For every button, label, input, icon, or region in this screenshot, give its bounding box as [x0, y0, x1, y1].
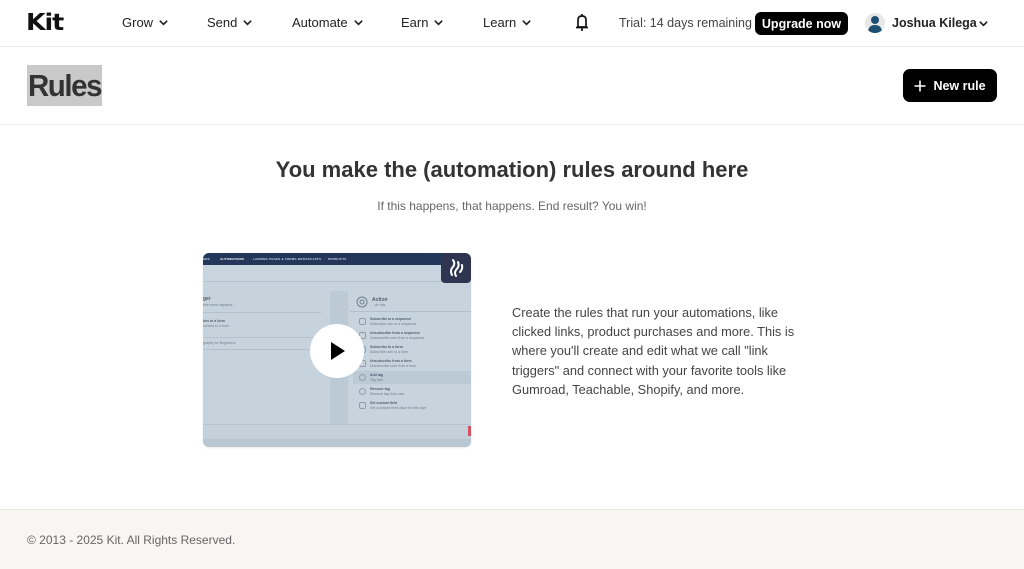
copyright-text: © 2013 - 2025 Kit. All Rights Reserved.: [27, 533, 236, 547]
nav-item-earn[interactable]: Earn: [401, 15, 444, 30]
chevron-down-icon[interactable]: [978, 18, 989, 29]
chevron-down-icon: [434, 20, 444, 26]
avatar[interactable]: [865, 13, 885, 33]
thumbnail-text: Add tag: [370, 373, 384, 377]
thumbnail-nav-tab: BROADCASTS: [298, 257, 322, 261]
thumbnail-divider: [203, 349, 321, 350]
thumbnail-text: ger: [203, 296, 211, 302]
thumbnail-red-marker: [468, 426, 471, 436]
thumbnail-footer-bar: [203, 439, 471, 447]
thumbnail-divider: [350, 311, 471, 312]
thumbnail-text: Set a custom field value for this user: [370, 406, 427, 410]
kit-logo[interactable]: Kit: [26, 11, 64, 35]
thumbnail-text: Unsubscribe user from a sequence: [370, 336, 425, 340]
nav-item-learn[interactable]: Learn: [483, 15, 532, 30]
nav-item-label: Learn: [483, 15, 517, 30]
gear-icon: [356, 296, 368, 308]
upgrade-now-button[interactable]: Upgrade now: [755, 12, 848, 35]
user-silhouette-icon: [868, 16, 882, 33]
nav-item-label: Grow: [122, 15, 154, 30]
tag-icon: [359, 388, 366, 395]
thumbnail-text: Set custom field: [370, 401, 398, 405]
thumbnail-text: Unsubscribe user from a form: [370, 364, 417, 368]
page-title: Rules: [27, 65, 102, 106]
tag-icon: [359, 374, 366, 381]
thumbnail-text: Remove tag from user: [370, 392, 405, 396]
thumbnail-nav-tab: ERS: [203, 257, 210, 261]
thumbnail-trigger-panel: ger this event happens... bes to a form …: [203, 291, 327, 424]
video-player[interactable]: ERS AUTOMATIONS LANDING PAGES & FORMS BR…: [203, 253, 471, 447]
sequence-icon: [359, 318, 366, 325]
thumbnail-text: Subscribe to a form: [370, 345, 403, 349]
nav-item-grow[interactable]: Grow: [122, 15, 169, 30]
play-icon: [331, 342, 345, 360]
nav-item-label: Earn: [401, 15, 429, 30]
top-nav: Kit Grow Send Automate Earn Learn Trial:…: [0, 0, 1024, 47]
thumbnail-text: ...do this.: [372, 303, 387, 307]
nav-item-label: Send: [207, 15, 238, 30]
thumbnail-text: this event happens...: [203, 303, 236, 307]
nav-item-label: Automate: [292, 15, 348, 30]
thumbnail-nav-tab: AUTOMATIONS: [220, 257, 245, 261]
nav-item-send[interactable]: Send: [207, 15, 253, 30]
thumbnail-text: Subscribe user to a sequence: [370, 322, 417, 326]
thumbnail-divider: [203, 312, 321, 313]
thumbnail-text: Unsubscribe from a form: [370, 359, 412, 363]
thumbnail-nav-tab: PRODUCTS: [328, 257, 347, 261]
chevron-down-icon: [353, 20, 363, 26]
document-icon: [359, 402, 366, 409]
user-name[interactable]: Joshua Kilega: [892, 16, 977, 30]
chevron-down-icon: [522, 20, 532, 26]
trial-status: Trial: 14 days remaining: [619, 16, 752, 30]
new-rule-button[interactable]: New rule: [903, 69, 997, 102]
page-header: Rules New rule: [0, 48, 1024, 125]
thumbnail-text: bes to a form: [203, 319, 225, 323]
thumbnail-text: Remove tag: [370, 387, 390, 391]
chevron-down-icon: [243, 20, 253, 26]
thumbnail-text: scribes to a form: [203, 324, 229, 328]
footer: © 2013 - 2025 Kit. All Rights Reserved.: [0, 509, 1024, 569]
thumbnail-divider: [203, 337, 321, 338]
thumbnail-nav-tab: LANDING PAGES & FORMS: [253, 257, 297, 261]
bell-icon[interactable]: [573, 13, 591, 33]
empty-state-subtitle: If this happens, that happens. End resul…: [377, 199, 647, 213]
thumbnail-text: Subscribe to a sequence: [370, 317, 412, 321]
thumbnail-text: Tag user: [370, 378, 384, 382]
new-rule-label: New rule: [933, 78, 986, 93]
thumbnail-text: Subscribe user to a form: [370, 350, 409, 354]
chevron-down-icon: [159, 20, 168, 26]
empty-state-title: You make the (automation) rules around h…: [275, 157, 749, 182]
thumbnail-subheader: [203, 265, 471, 282]
rules-description: Create the rules that run your automatio…: [512, 305, 795, 397]
thumbnail-nav-bar: ERS AUTOMATIONS LANDING PAGES & FORMS BR…: [203, 253, 471, 265]
plus-icon: [914, 80, 926, 91]
nav-item-automate[interactable]: Automate: [292, 15, 364, 30]
video-brand-logo-icon: [441, 253, 471, 283]
thumbnail-text: Unsubscribe from a sequence: [370, 331, 420, 335]
play-button[interactable]: [310, 324, 364, 378]
thumbnail-text: graphy for Beginners: [203, 341, 236, 345]
thumbnail-action-panel: Action ...do this. Subscribe to a sequen…: [350, 291, 471, 424]
